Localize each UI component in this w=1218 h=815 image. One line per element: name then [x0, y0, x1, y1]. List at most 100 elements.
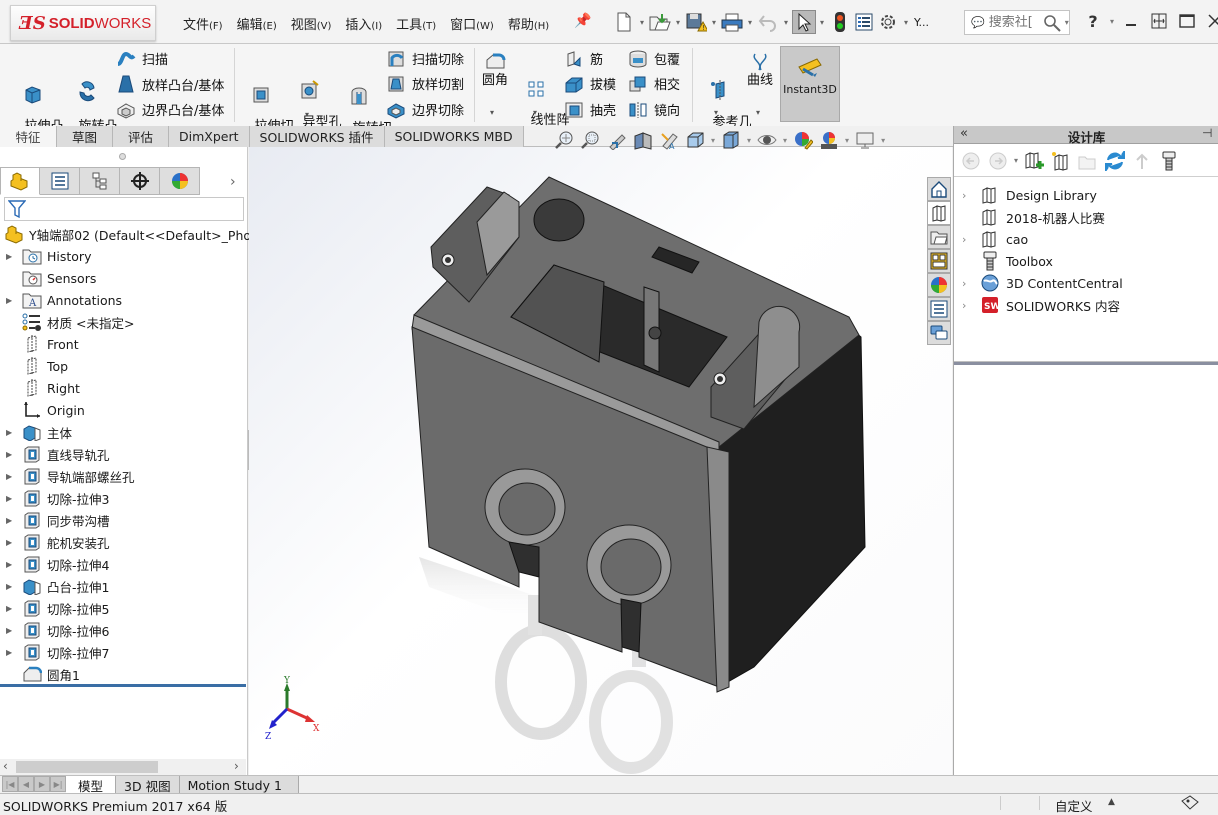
- mirror-button[interactable]: 镜向: [628, 100, 680, 119]
- add-to-library-button[interactable]: [1023, 150, 1045, 172]
- undo-button[interactable]: [756, 10, 780, 34]
- custom-properties-tab[interactable]: [927, 297, 951, 321]
- fillet-button[interactable]: 圆角: [478, 52, 512, 88]
- scrollbar-thumb[interactable]: [16, 761, 158, 773]
- swept-cut-button[interactable]: 扫描切除: [386, 49, 464, 68]
- expand-chevron-icon[interactable]: ›: [962, 277, 976, 290]
- scroll-right-icon[interactable]: ›: [234, 759, 239, 773]
- zoom-to-fit-button[interactable]: [555, 130, 575, 150]
- hide-show-dropdown[interactable]: ▾: [783, 136, 787, 145]
- toolbox-button[interactable]: [1158, 150, 1180, 172]
- tab-sketch[interactable]: 草图: [57, 126, 113, 147]
- minimize-button[interactable]: [1120, 10, 1142, 32]
- design-library-item[interactable]: › cao: [954, 228, 1123, 250]
- menu-help[interactable]: 帮助(H): [508, 14, 549, 33]
- expand-chevron-icon[interactable]: ›: [962, 233, 976, 246]
- horizontal-scrollbar[interactable]: ‹ ›: [0, 759, 246, 775]
- menu-file[interactable]: 文件(F): [183, 14, 223, 33]
- appearances-tab[interactable]: [927, 273, 951, 297]
- loft-boss-button[interactable]: 放样凸台/基体: [116, 74, 224, 94]
- feature-tree-item[interactable]: ▶ 切除-拉伸5: [0, 597, 246, 619]
- refresh-button[interactable]: [1104, 150, 1126, 172]
- expand-arrow-icon[interactable]: ▶: [6, 472, 18, 481]
- feature-tree-item[interactable]: ▶ 凸台-拉伸1: [0, 575, 246, 597]
- expand-arrow-icon[interactable]: ▶: [6, 538, 18, 547]
- prev-tab-button[interactable]: ◀: [18, 776, 34, 792]
- user-label[interactable]: Y...: [914, 16, 929, 29]
- search-community-box[interactable]: 💬 ▾: [964, 10, 1070, 35]
- undo-dropdown[interactable]: ▾: [780, 18, 792, 27]
- unit-system-dropdown-icon[interactable]: ▲: [1108, 797, 1115, 807]
- design-library-item[interactable]: › Design Library: [954, 184, 1123, 206]
- tab-solidworks-mbd[interactable]: SOLIDWORKS MBD: [384, 126, 524, 147]
- feature-tree-item[interactable]: Right: [0, 377, 246, 399]
- solidworks-resources-tab[interactable]: [927, 177, 951, 201]
- feature-tree-root-part[interactable]: Y轴端部02 (Default<<Default>_Photo\: [0, 223, 268, 245]
- expand-chevron-icon[interactable]: ›: [962, 299, 976, 312]
- options-dropdown[interactable]: ▾: [900, 18, 912, 27]
- tab-features[interactable]: 特征: [0, 126, 57, 147]
- feature-tree-item[interactable]: ▶ 切除-拉伸7: [0, 641, 246, 663]
- next-tab-button[interactable]: ▶: [34, 776, 50, 792]
- create-new-folder-button[interactable]: [1077, 150, 1099, 172]
- previous-view-button[interactable]: [607, 130, 627, 150]
- menu-edit[interactable]: 编辑(E): [237, 14, 277, 33]
- configuration-manager-tab[interactable]: [80, 167, 120, 195]
- apply-scene-dropdown[interactable]: ▾: [845, 136, 849, 145]
- expand-arrow-icon[interactable]: ▶: [6, 626, 18, 635]
- search-input[interactable]: [988, 15, 1039, 30]
- menu-view[interactable]: 视图(V): [291, 14, 332, 33]
- expand-arrow-icon[interactable]: ▶: [6, 560, 18, 569]
- expand-arrow-icon[interactable]: ▶: [6, 516, 18, 525]
- feature-tree-item[interactable]: ▶ 直线导轨孔: [0, 443, 246, 465]
- rebuild-button[interactable]: [828, 10, 852, 34]
- forum-tab[interactable]: [927, 321, 951, 345]
- curves-button[interactable]: 曲线: [744, 52, 776, 88]
- search-dropdown[interactable]: ▾: [1065, 18, 1069, 27]
- help-button[interactable]: ?: [1082, 10, 1104, 32]
- dynamic-annotation-button[interactable]: A: [659, 130, 679, 150]
- feature-filter-box[interactable]: [4, 197, 244, 221]
- feature-tree-item[interactable]: ▶ 切除-拉伸6: [0, 619, 246, 641]
- select-button[interactable]: [792, 10, 816, 34]
- scroll-left-icon[interactable]: ‹: [3, 759, 8, 773]
- section-view-button[interactable]: [633, 130, 653, 150]
- tab-dimxpert[interactable]: DimXpert: [169, 126, 250, 147]
- dimxpert-manager-tab[interactable]: [120, 167, 160, 195]
- open-button[interactable]: [648, 10, 672, 34]
- expand-arrow-icon[interactable]: ▶: [6, 604, 18, 613]
- fillet-dropdown[interactable]: ▾: [490, 108, 494, 117]
- intersect-button[interactable]: 相交: [628, 74, 680, 93]
- design-library-splitter[interactable]: [954, 361, 1218, 365]
- solidworks-logo[interactable]: ƎS SOLID WORKS: [10, 5, 156, 41]
- linear-pattern-dropdown[interactable]: ▾: [533, 108, 537, 117]
- print-button[interactable]: [720, 10, 744, 34]
- pin-panel-icon[interactable]: ⊣: [1202, 126, 1212, 140]
- part-model-viewport[interactable]: Y X Z: [249, 147, 952, 775]
- restore-button[interactable]: [1148, 10, 1170, 32]
- expand-arrow-icon[interactable]: ▶: [6, 296, 18, 305]
- save-button[interactable]: !: [684, 10, 708, 34]
- view-orientation-button[interactable]: [685, 130, 705, 150]
- tags-button[interactable]: [1180, 795, 1200, 814]
- tab-solidworks-addins[interactable]: SOLIDWORKS 插件: [249, 126, 385, 147]
- new-dropdown[interactable]: ▾: [636, 18, 648, 27]
- wrap-button[interactable]: 包覆: [628, 49, 680, 68]
- feature-tree-item[interactable]: Front: [0, 333, 246, 355]
- back-button[interactable]: [960, 150, 982, 172]
- select-dropdown[interactable]: ▾: [816, 18, 828, 27]
- tab-motion-study-1[interactable]: Motion Study 1: [179, 776, 299, 794]
- file-explorer-tab[interactable]: [927, 225, 951, 249]
- close-button[interactable]: [1204, 10, 1218, 32]
- draft-button[interactable]: 拔模: [564, 74, 616, 93]
- rib-button[interactable]: 筋: [564, 49, 603, 68]
- apply-scene-button[interactable]: [819, 130, 839, 150]
- pin-menu-icon[interactable]: 📌: [574, 13, 591, 29]
- feature-tree-item[interactable]: 圆角1: [0, 663, 246, 685]
- menu-insert[interactable]: 插入(I): [345, 14, 382, 33]
- last-tab-button[interactable]: ▶|: [50, 776, 66, 792]
- display-style-button[interactable]: [721, 130, 741, 150]
- expand-arrow-icon[interactable]: ▶: [6, 582, 18, 591]
- feature-tree-item[interactable]: Sensors: [0, 267, 246, 289]
- lofted-cut-button[interactable]: 放样切割: [386, 74, 464, 93]
